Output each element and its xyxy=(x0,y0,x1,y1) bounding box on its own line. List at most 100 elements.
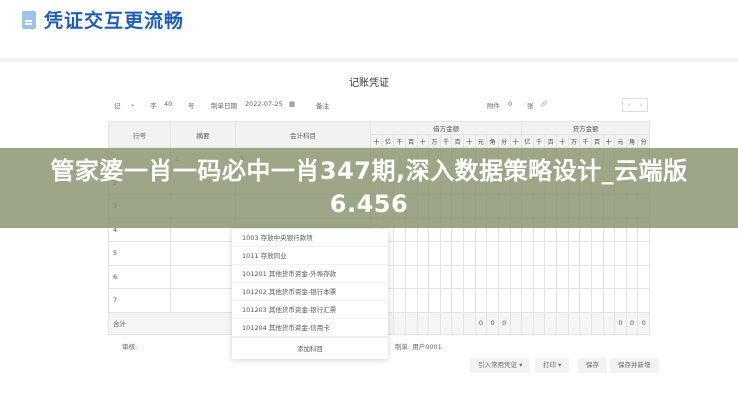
debit-cell[interactable] xyxy=(404,288,418,313)
debit-cell[interactable] xyxy=(416,288,430,313)
debit-cell[interactable] xyxy=(451,264,464,289)
print-button[interactable]: 打印 ▾ xyxy=(535,358,570,373)
digit-header: 角 xyxy=(625,134,639,148)
credit-cell[interactable] xyxy=(625,288,639,313)
credit-cell[interactable] xyxy=(521,264,534,289)
next-button[interactable]: › xyxy=(640,101,643,109)
debit-cell[interactable] xyxy=(463,264,476,289)
dropdown-item[interactable]: 101202 其他货币资金-银行本票 xyxy=(232,283,388,301)
add-account-button[interactable]: 添加科目 xyxy=(232,337,388,359)
credit-cell[interactable] xyxy=(579,241,592,266)
debit-cell[interactable] xyxy=(393,264,406,289)
debit-cell[interactable] xyxy=(428,264,441,289)
date-input[interactable]: 2022-07-25 xyxy=(245,100,283,108)
debit-cell[interactable] xyxy=(474,288,488,313)
debit-cell[interactable] xyxy=(404,264,418,289)
debit-cell[interactable] xyxy=(439,288,453,313)
credit-cell[interactable] xyxy=(544,288,557,313)
credit-cell[interactable] xyxy=(567,264,581,289)
credit-cell[interactable] xyxy=(602,264,616,289)
debit-cell[interactable] xyxy=(497,241,511,266)
credit-cell[interactable] xyxy=(544,264,557,289)
total-digit xyxy=(556,311,569,335)
zi-label: 字 xyxy=(150,102,157,110)
debit-cell[interactable] xyxy=(416,264,430,289)
dropdown-item[interactable]: 101201 其他货币资金-外埠存款 xyxy=(232,265,388,283)
credit-cell[interactable] xyxy=(637,241,650,266)
debit-cell[interactable] xyxy=(428,288,441,313)
credit-cell[interactable] xyxy=(556,264,569,289)
calendar-icon[interactable]: ▦ xyxy=(289,100,295,108)
dropdown-item[interactable]: 101203 其他货币资金-银行汇票 xyxy=(232,301,388,319)
debit-cell[interactable] xyxy=(474,264,488,289)
digit-header: 十 xyxy=(509,134,523,148)
debit-cell[interactable] xyxy=(463,288,476,313)
debit-cell[interactable] xyxy=(416,241,430,266)
voucher-type-select[interactable]: 记 xyxy=(114,100,121,110)
voucher-number-input[interactable]: 40 xyxy=(164,100,172,108)
digit-header: 元 xyxy=(614,134,627,148)
total-digit xyxy=(416,311,430,335)
credit-cell[interactable] xyxy=(556,241,569,266)
cell-summary[interactable] xyxy=(170,288,236,313)
credit-cell[interactable] xyxy=(602,241,616,266)
cell-no: 6 xyxy=(108,264,171,289)
debit-cell[interactable] xyxy=(509,288,523,313)
total-digit xyxy=(509,311,523,335)
paperclip-icon[interactable]: 🔗︎ xyxy=(540,100,548,108)
debit-cell[interactable] xyxy=(439,264,453,289)
total-digit xyxy=(602,311,616,335)
debit-cell[interactable] xyxy=(451,288,464,313)
digit-header: 千 xyxy=(579,134,592,148)
attach-count-input[interactable]: 0 xyxy=(508,100,512,108)
credit-cell[interactable] xyxy=(637,264,650,289)
debit-cell[interactable] xyxy=(404,241,418,266)
col-summary: 摘要 xyxy=(170,121,236,148)
prev-button[interactable]: ‹ xyxy=(628,101,631,109)
dropdown-item[interactable]: 1003 存放中央银行款项 xyxy=(232,229,388,247)
chevron-down-icon[interactable]: ⌄ xyxy=(130,100,135,108)
import-template-button[interactable]: 引入常用凭证 ▾ xyxy=(470,358,531,373)
dropdown-item[interactable]: 101204 其他货币资金-信用卡 xyxy=(232,319,388,337)
credit-cell[interactable] xyxy=(602,288,616,313)
debit-cell[interactable] xyxy=(463,241,476,266)
credit-cell[interactable] xyxy=(567,288,581,313)
credit-cell[interactable] xyxy=(614,241,627,266)
credit-cell[interactable] xyxy=(625,264,639,289)
credit-cell[interactable] xyxy=(532,264,546,289)
debit-cell[interactable] xyxy=(497,288,511,313)
cell-summary[interactable] xyxy=(170,264,236,289)
save-button[interactable]: 保存 xyxy=(578,358,607,373)
credit-cell[interactable] xyxy=(590,264,604,289)
debit-cell[interactable] xyxy=(486,241,499,266)
debit-cell[interactable] xyxy=(428,241,441,266)
credit-cell[interactable] xyxy=(590,288,604,313)
dropdown-item[interactable]: 1011 存放同业 xyxy=(232,247,388,265)
credit-cell[interactable] xyxy=(590,241,604,266)
debit-cell[interactable] xyxy=(497,264,511,289)
credit-cell[interactable] xyxy=(521,241,534,266)
debit-cell[interactable] xyxy=(486,264,499,289)
credit-cell[interactable] xyxy=(614,264,627,289)
credit-cell[interactable] xyxy=(637,288,650,313)
debit-cell[interactable] xyxy=(393,288,406,313)
debit-cell[interactable] xyxy=(451,241,464,266)
credit-cell[interactable] xyxy=(544,241,557,266)
debit-cell[interactable] xyxy=(509,264,523,289)
debit-cell[interactable] xyxy=(393,241,406,266)
credit-cell[interactable] xyxy=(579,264,592,289)
credit-cell[interactable] xyxy=(556,288,569,313)
credit-cell[interactable] xyxy=(614,288,627,313)
credit-cell[interactable] xyxy=(532,241,546,266)
debit-cell[interactable] xyxy=(509,241,523,266)
debit-cell[interactable] xyxy=(486,288,499,313)
credit-cell[interactable] xyxy=(532,288,546,313)
save-and-new-button[interactable]: 保存并新增 xyxy=(610,358,659,373)
credit-cell[interactable] xyxy=(521,288,534,313)
credit-cell[interactable] xyxy=(579,288,592,313)
credit-cell[interactable] xyxy=(625,241,639,266)
debit-cell[interactable] xyxy=(474,241,488,266)
cell-summary[interactable] xyxy=(170,241,236,266)
debit-cell[interactable] xyxy=(439,241,453,266)
credit-cell[interactable] xyxy=(567,241,581,266)
